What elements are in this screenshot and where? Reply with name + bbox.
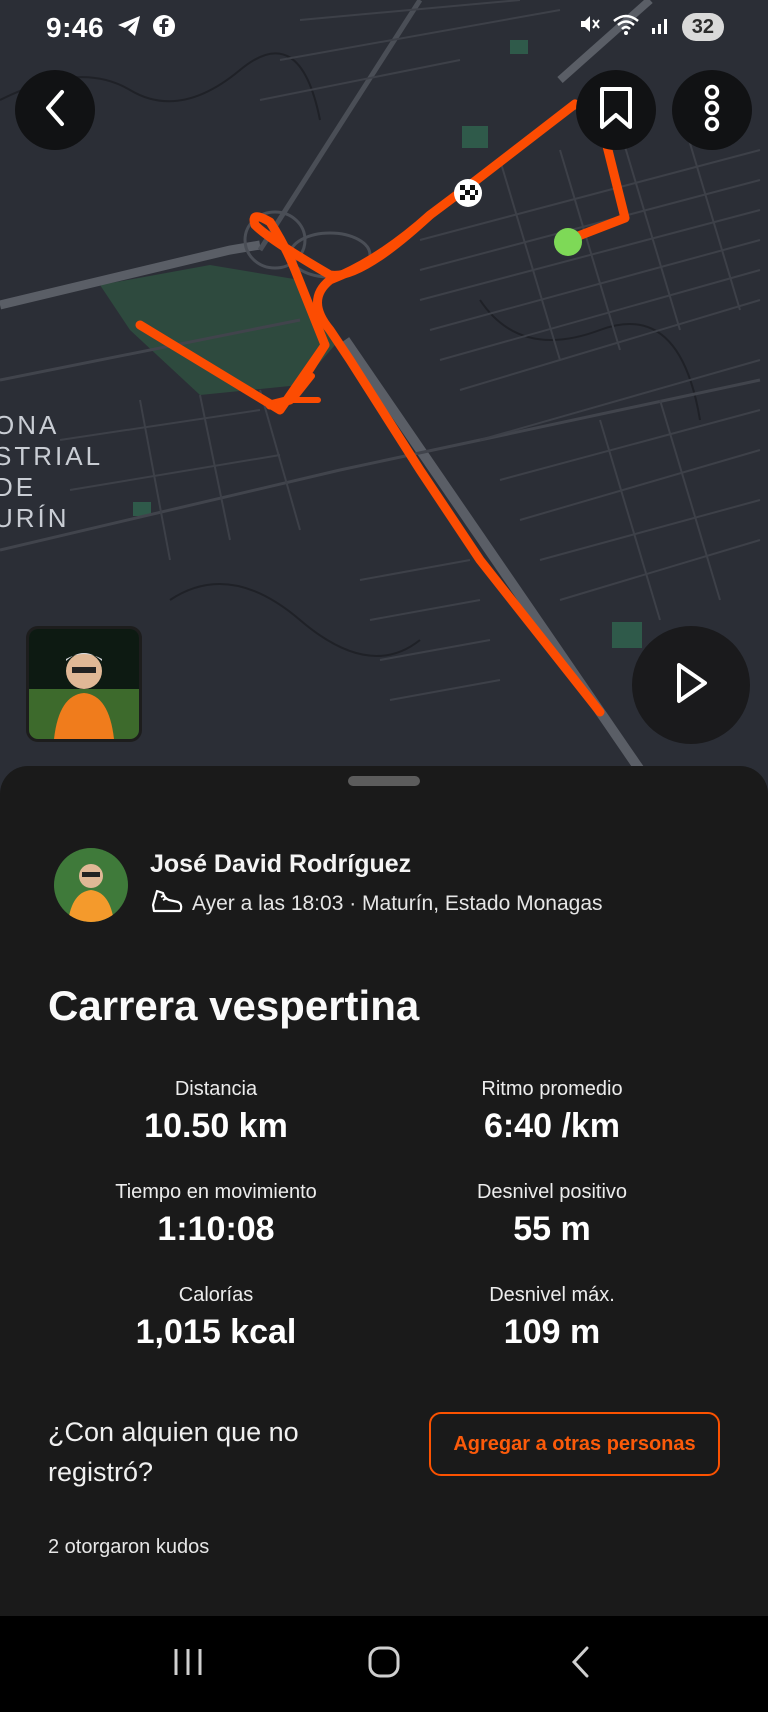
play-icon: [671, 660, 711, 711]
activity-photo-thumbnail[interactable]: [26, 626, 142, 742]
finish-marker: [454, 179, 482, 207]
stat-label: Ritmo promedio: [481, 1078, 623, 1100]
system-back-button[interactable]: [540, 1634, 620, 1694]
wifi-icon: [612, 12, 640, 41]
back-arrow-icon: [568, 1645, 592, 1684]
bookmark-button[interactable]: [576, 70, 656, 150]
photo-image: [29, 629, 139, 739]
status-time: 9:46: [46, 12, 105, 43]
mute-icon: [578, 12, 602, 41]
signal-icon: [650, 12, 672, 41]
add-others-button[interactable]: Agregar a otras personas: [429, 1412, 720, 1476]
stat-value: 1,015 kcal: [135, 1313, 297, 1351]
stat-value: 1:10:08: [157, 1210, 275, 1248]
stat-value: 109 m: [503, 1313, 601, 1351]
kudos-summary[interactable]: 2 otorgaron kudos: [48, 1536, 209, 1559]
stat-label: Calorías: [178, 1284, 254, 1306]
more-options-button[interactable]: [672, 70, 752, 150]
stat-value: 6:40 /km: [483, 1107, 621, 1145]
activity-details-sheet: José David Rodríguez Ayer a las 18:03 · …: [0, 766, 768, 1616]
activity-meta-text: Ayer a las 18:03 · Maturín, Estado Monag…: [192, 891, 603, 915]
system-navigation-bar: [0, 1616, 768, 1712]
athlete-name[interactable]: José David Rodríguez: [150, 850, 603, 879]
stat-elevation-gain: Desnivel positivo 55 m: [382, 1181, 722, 1249]
stat-label: Desnivel máx.: [489, 1284, 615, 1306]
stat-distance: Distancia 10.50 km: [46, 1078, 386, 1146]
sheet-drag-handle[interactable]: [348, 776, 420, 786]
stat-label: Tiempo en movimiento: [115, 1181, 317, 1203]
more-vertical-icon: [702, 84, 722, 137]
activity-title: Carrera vespertina: [48, 982, 420, 1029]
chevron-left-icon: [40, 88, 70, 133]
activity-map[interactable]: ONA STRIAL DE URÍN 9:46 32: [0, 0, 768, 800]
start-marker: [554, 228, 582, 256]
home-button[interactable]: [344, 1634, 424, 1694]
stat-value: 55 m: [513, 1210, 591, 1248]
stat-value: 10.50 km: [144, 1107, 288, 1145]
stat-max-elevation: Desnivel máx. 109 m: [382, 1284, 722, 1352]
facebook-icon: [152, 14, 176, 43]
athlete-header[interactable]: José David Rodríguez Ayer a las 18:03 · …: [54, 848, 603, 922]
avatar[interactable]: [54, 848, 128, 922]
stat-label: Distancia: [174, 1078, 258, 1100]
recents-button[interactable]: [148, 1634, 228, 1694]
home-icon: [367, 1645, 401, 1684]
stat-calories: Calorías 1,015 kcal: [46, 1284, 386, 1352]
stat-label: Desnivel positivo: [476, 1181, 628, 1203]
back-button[interactable]: [15, 70, 95, 150]
play-flyover-button[interactable]: [632, 626, 750, 744]
telegram-icon: [116, 14, 142, 43]
status-bar: 9:46 32: [0, 0, 768, 56]
battery-badge: 32: [681, 12, 724, 41]
running-shoe-icon: [150, 887, 184, 921]
stat-moving-time: Tiempo en movimiento 1:10:08: [46, 1181, 386, 1249]
map-area-label: ONA STRIAL DE URÍN: [0, 410, 104, 533]
bookmark-icon: [598, 86, 634, 135]
recents-icon: [171, 1647, 205, 1682]
tag-question: ¿Con alquien que no registró?: [48, 1417, 299, 1487]
avatar-image: [54, 848, 128, 922]
stat-average-pace: Ritmo promedio 6:40 /km: [382, 1078, 722, 1146]
